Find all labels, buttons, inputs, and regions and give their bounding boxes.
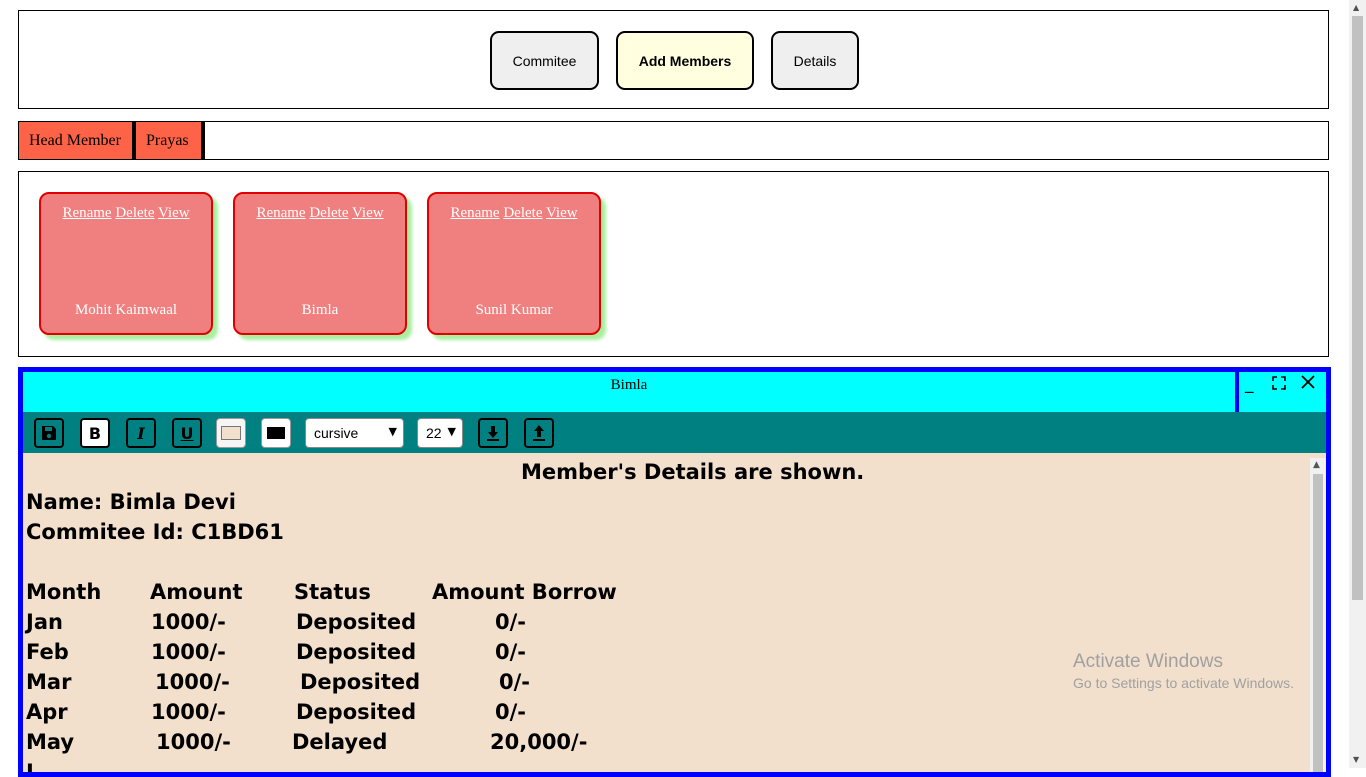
italic-button[interactable]: I [126,418,156,448]
editor-scrollbar[interactable]: ▲ [1310,458,1326,772]
table-header-month: Month [26,580,102,604]
background-color-picker[interactable] [216,418,246,448]
activate-windows-watermark: Activate Windows Go to Settings to activ… [1073,651,1294,691]
commitee-button[interactable]: Commitee [490,31,599,90]
member-name-line: Name: Bimla Devi [26,490,236,514]
table-cell: Feb [26,640,69,664]
table-cell: Deposited [296,610,417,634]
view-link[interactable]: View [352,205,384,221]
top-nav: Commitee Add Members Details [18,10,1329,109]
bg-color-swatch [221,426,241,440]
chevron-down-icon: ▼ [447,425,456,438]
member-card[interactable]: Rename Delete View Mohit Kaimwaal [39,192,213,335]
font-size-value: 22 [426,425,442,441]
members-panel: Rename Delete View Mohit Kaimwaal Rename… [18,171,1329,357]
table-cell: 1000/- [156,730,231,754]
table-cell: Mar [26,670,72,694]
view-link[interactable]: View [546,205,578,221]
chevron-down-icon: ▼ [388,425,397,438]
table-cell: 1000/- [151,610,226,634]
scroll-down-icon[interactable]: ▼ [1353,755,1359,764]
page-scrollbar-thumb[interactable] [1352,16,1363,600]
minimize-icon[interactable]: _ [1245,374,1254,394]
table-header-status: Status [294,580,371,604]
card-actions: Rename Delete View [41,205,211,222]
editor-scrollbar-thumb[interactable] [1313,474,1323,772]
font-size-select[interactable]: 22 ▼ [417,418,463,448]
close-icon[interactable] [1300,374,1316,395]
commitee-id-line: Commitee Id: C1BD61 [26,520,284,544]
table-cell: Delayed [292,730,388,754]
table-cell: May [26,730,75,754]
editor-window: Bimla _ B I U cursive ▼ 22 ▼ Member's De… [18,367,1331,777]
member-name: Sunil Kumar [475,302,553,318]
table-cell: 0/- [499,670,530,694]
member-card[interactable]: Rename Delete View Sunil Kumar [427,192,601,335]
content-heading: Member's Details are shown. [521,460,865,484]
table-cell: 20,000/- [490,730,588,754]
view-link[interactable]: View [158,205,190,221]
tab-head-member[interactable]: Head Member [19,122,136,159]
scroll-up-icon[interactable]: ▲ [1353,3,1359,12]
delete-link[interactable]: Delete [115,205,154,221]
watermark-title: Activate Windows [1073,651,1223,672]
scroll-up-icon[interactable]: ▲ [1313,460,1320,470]
rename-link[interactable]: Rename [450,205,499,221]
tab-row: Head Member Prayas [18,121,1329,160]
watermark-subtitle: Go to Settings to activate Windows. [1073,675,1294,691]
tab-prayas[interactable]: Prayas [136,122,205,159]
save-icon[interactable] [34,418,64,448]
editor-title: Bimla [610,377,648,393]
table-cell: 1000/- [151,640,226,664]
table-cell: Apr [26,700,68,724]
font-family-select[interactable]: cursive ▼ [305,418,404,448]
text-color-picker[interactable] [261,418,291,448]
card-actions: Rename Delete View [235,205,405,222]
delete-link[interactable]: Delete [503,205,542,221]
member-name: Bimla [301,302,339,318]
table-cell: 1000/- [151,700,226,724]
editor-titlebar[interactable]: Bimla _ [23,372,1326,412]
table-cell: J [26,760,34,777]
download-icon[interactable] [478,418,508,448]
table-cell: 0/- [495,640,526,664]
table-header-amount: Amount [150,580,243,604]
upload-icon[interactable] [524,418,554,448]
table-cell: 1000/- [155,670,230,694]
card-actions: Rename Delete View [429,205,599,222]
table-cell: Deposited [296,640,417,664]
details-button[interactable]: Details [771,31,859,90]
font-family-value: cursive [314,425,359,441]
add-members-button[interactable]: Add Members [616,31,754,90]
table-cell: Deposited [300,670,421,694]
rename-link[interactable]: Rename [62,205,111,221]
table-cell: 0/- [495,610,526,634]
titlebar-divider [1235,372,1239,412]
table-cell: Jan [26,610,63,634]
editor-toolbar: B I U cursive ▼ 22 ▼ [23,412,1326,453]
page-scrollbar[interactable]: ▲ ▼ [1349,0,1366,768]
maximize-icon[interactable] [1272,375,1286,394]
text-color-swatch [267,427,285,439]
table-header-borrow: Amount Borrow [432,580,617,604]
bold-button[interactable]: B [80,418,110,448]
underline-button[interactable]: U [172,418,202,448]
table-cell: 0/- [495,700,526,724]
delete-link[interactable]: Delete [309,205,348,221]
member-card[interactable]: Rename Delete View Bimla [233,192,407,335]
member-name: Mohit Kaimwaal [74,302,178,318]
table-cell: Deposited [296,700,417,724]
rename-link[interactable]: Rename [256,205,305,221]
